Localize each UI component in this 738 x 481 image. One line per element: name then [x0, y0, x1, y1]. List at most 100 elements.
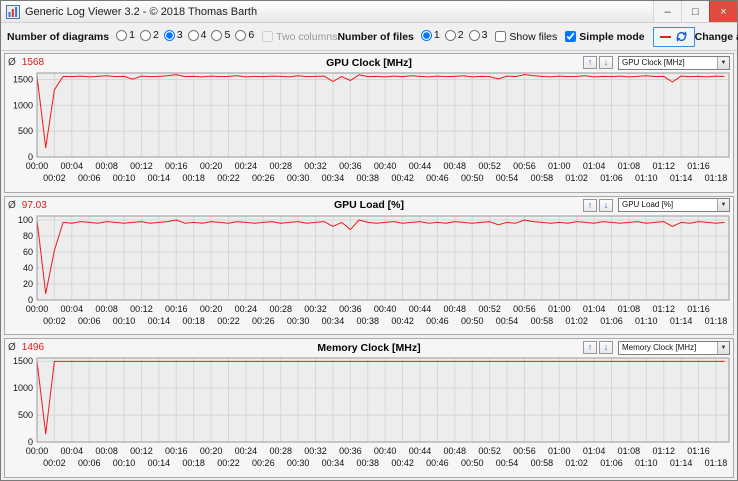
svg-text:00:42: 00:42: [391, 316, 414, 326]
svg-text:01:16: 01:16: [687, 161, 710, 171]
diagram-count-radio-4[interactable]: [187, 29, 199, 41]
line-style-refresh-button[interactable]: [652, 26, 695, 47]
number-of-diagrams-label: Number of diagrams: [7, 30, 110, 43]
file-count-radio-label-2: 2: [457, 29, 464, 42]
chart-header: Ø 1568 GPU Clock [MHz] ↑ ↓ GPU Clock [MH…: [5, 54, 733, 71]
file-count-option-3[interactable]: 3: [468, 29, 488, 42]
toolbar: Number of diagrams 1 2 3 4 5 6 Two columns Nu…: [1, 23, 738, 51]
average-readout: Ø 97.03: [8, 200, 47, 211]
simple-mode-checkbox-item[interactable]: Simple mode: [565, 31, 645, 43]
chart-move-down-button[interactable]: ↓: [599, 56, 613, 69]
svg-text:00:04: 00:04: [61, 446, 84, 456]
svg-text:00:16: 00:16: [165, 446, 188, 456]
svg-text:00:48: 00:48: [444, 446, 467, 456]
chart-move-up-button[interactable]: ↑: [583, 56, 597, 69]
average-readout: Ø 1568: [8, 57, 44, 68]
file-count-radio-label-3: 3: [481, 29, 488, 42]
chart-move-down-button[interactable]: ↓: [599, 341, 613, 355]
diagram-count-option-6[interactable]: 6: [235, 29, 254, 41]
diagram-count-radio-5[interactable]: [211, 29, 223, 41]
svg-text:00:40: 00:40: [374, 161, 397, 171]
two-columns-checkbox[interactable]: [262, 31, 274, 42]
diagram-count-radio-2[interactable]: [139, 29, 151, 41]
show-files-checkbox[interactable]: [495, 31, 507, 42]
svg-text:00:14: 00:14: [148, 316, 171, 326]
svg-text:00:16: 00:16: [165, 304, 188, 314]
file-count-radio-3[interactable]: [468, 29, 480, 41]
svg-text:01:08: 01:08: [618, 161, 641, 171]
diagram-count-option-1[interactable]: 1: [116, 29, 135, 41]
svg-text:00:52: 00:52: [478, 446, 501, 456]
average-readout: Ø 1496: [8, 342, 44, 353]
average-symbol: Ø: [8, 199, 16, 211]
svg-text:00:24: 00:24: [235, 161, 258, 171]
svg-text:01:18: 01:18: [705, 173, 728, 183]
chart-title: GPU Load [%]: [334, 199, 404, 212]
svg-text:00:20: 00:20: [200, 304, 223, 314]
file-count-option-1[interactable]: 1: [420, 29, 440, 42]
diagram-count-radio-3[interactable]: [163, 29, 175, 41]
average-value: 1496: [21, 342, 45, 354]
close-button[interactable]: ×: [709, 1, 737, 22]
metric-dropdown[interactable]: Memory Clock [MHz] ▼: [618, 340, 730, 355]
svg-text:00:30: 00:30: [287, 173, 310, 183]
chart-controls: ↑ ↓ GPU Load [%] ▼: [583, 198, 730, 213]
diagram-count-group: Number of diagrams 1 2 3 4 5 6 Two columns: [7, 29, 337, 44]
svg-text:100: 100: [18, 215, 33, 225]
svg-text:01:16: 01:16: [687, 304, 710, 314]
file-count-option-2[interactable]: 2: [444, 29, 464, 42]
diagram-count-option-2[interactable]: 2: [139, 29, 159, 41]
maximize-button[interactable]: □: [681, 1, 709, 22]
svg-text:01:04: 01:04: [583, 446, 606, 456]
svg-text:00:38: 00:38: [357, 173, 380, 183]
svg-text:00:58: 00:58: [531, 173, 554, 183]
svg-text:01:00: 01:00: [548, 304, 571, 314]
diagram-count-option-4[interactable]: 4: [187, 29, 206, 41]
chart-plot: 02040608010000:00 00:04 00:08 00:12 00:16 00:…: [18, 215, 730, 326]
chart-controls: ↑ ↓ Memory Clock [MHz] ▼: [583, 340, 730, 355]
average-symbol: Ø: [8, 342, 16, 354]
diagram-count-option-3[interactable]: 3: [163, 29, 183, 41]
svg-text:01:14: 01:14: [670, 316, 693, 326]
two-columns-checkbox-item[interactable]: Two columns: [262, 31, 337, 43]
x-axis-labels: 00:00 00:04 00:08 00:12 00:16 00:20 00:24 00:28…: [26, 304, 727, 326]
svg-text:01:12: 01:12: [652, 161, 675, 171]
chart-move-down-button[interactable]: ↓: [599, 198, 613, 212]
simple-mode-checkbox[interactable]: [565, 31, 577, 42]
chart-move-up-button[interactable]: ↑: [583, 341, 597, 355]
diagram-count-option-5[interactable]: 5: [211, 29, 230, 41]
svg-text:00:06: 00:06: [78, 316, 101, 326]
svg-text:01:18: 01:18: [705, 316, 728, 326]
show-files-checkbox-item[interactable]: Show files: [495, 31, 557, 43]
window-title: Generic Log Viewer 3.2 - © 2018 Thomas B…: [25, 5, 258, 18]
x-axis-labels: 00:00 00:04 00:08 00:12 00:16 00:20 00:24 00:28…: [26, 446, 727, 468]
svg-text:00:30: 00:30: [287, 458, 310, 468]
svg-text:00:58: 00:58: [531, 458, 554, 468]
diagram-count-radio-1[interactable]: [116, 29, 128, 41]
file-count-group: Number of files 1 2 3 Show files Simple mo…: [337, 26, 695, 47]
file-count-radio-label-1: 1: [433, 29, 440, 42]
svg-text:00:40: 00:40: [374, 446, 397, 456]
svg-text:40: 40: [23, 263, 33, 273]
svg-text:00:10: 00:10: [113, 173, 136, 183]
svg-text:00:06: 00:06: [78, 458, 101, 468]
svg-text:00:34: 00:34: [322, 458, 345, 468]
chart-plot: 05001000150000:00 00:04 00:08 00:12 00:16 00:…: [13, 72, 730, 183]
minimize-button[interactable]: –: [653, 1, 681, 22]
svg-text:00:34: 00:34: [322, 316, 345, 326]
svg-text:00:26: 00:26: [252, 458, 275, 468]
metric-dropdown[interactable]: GPU Load [%] ▼: [618, 198, 730, 213]
metric-dropdown[interactable]: GPU Clock [MHz] ▼: [618, 55, 730, 70]
svg-text:00:18: 00:18: [182, 458, 205, 468]
svg-text:00:32: 00:32: [304, 446, 327, 456]
diagram-count-radio-6[interactable]: [235, 29, 247, 41]
svg-text:00:34: 00:34: [322, 173, 345, 183]
chart-move-up-button[interactable]: ↑: [583, 198, 597, 212]
file-count-radio-1[interactable]: [420, 29, 432, 41]
svg-text:500: 500: [18, 126, 33, 136]
svg-text:00:10: 00:10: [113, 316, 136, 326]
file-count-radio-2[interactable]: [444, 29, 456, 41]
chart-panel-gpu-clock: Ø 1568 GPU Clock [MHz] ↑ ↓ GPU Clock [MH…: [4, 53, 734, 193]
svg-text:00:56: 00:56: [513, 161, 536, 171]
svg-text:01:00: 01:00: [548, 446, 571, 456]
